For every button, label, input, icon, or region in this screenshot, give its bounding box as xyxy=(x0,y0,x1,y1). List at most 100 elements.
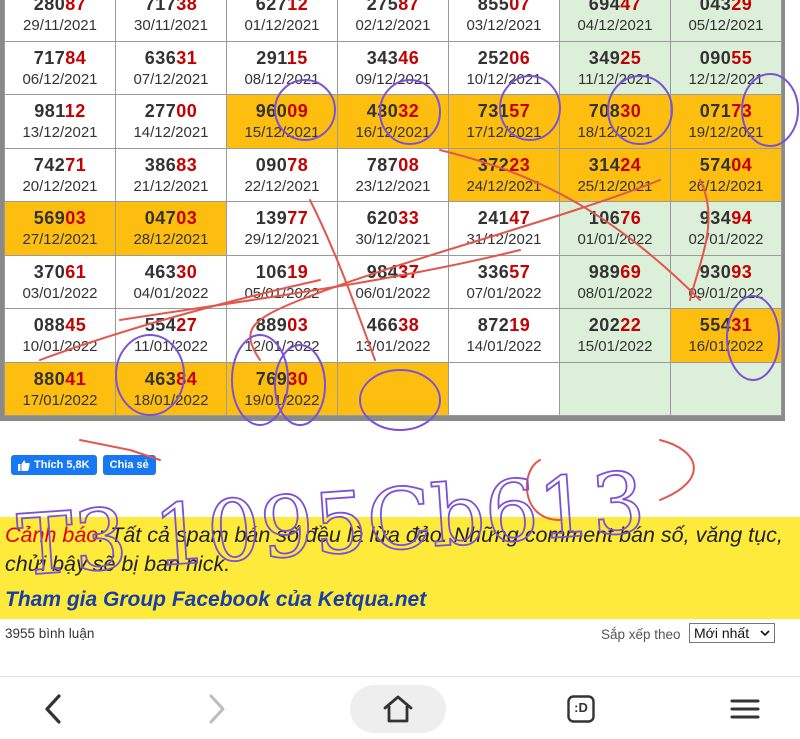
result-cell: 62033 30/12/2021 xyxy=(338,202,448,255)
result-number-prefix: 960 xyxy=(255,101,288,121)
result-number-prefix: 430 xyxy=(366,101,399,121)
result-cell: 13977 29/12/2021 xyxy=(227,202,337,255)
result-date: 02/12/2021 xyxy=(355,17,431,34)
result-cell: 70830 18/12/2021 xyxy=(560,95,670,148)
result-number-suffix: 84 xyxy=(65,47,87,68)
result-number: 04703 xyxy=(116,208,226,229)
hamburger-menu-icon xyxy=(730,699,760,719)
result-date: 17/12/2021 xyxy=(466,124,542,141)
result-number-suffix: 32 xyxy=(398,101,420,121)
warning-label: Cảnh báo xyxy=(5,523,99,547)
result-number-suffix: 06 xyxy=(509,47,531,68)
result-number: 33657 xyxy=(449,262,559,283)
result-number: 43032 xyxy=(338,101,448,122)
result-number-suffix: 78 xyxy=(287,154,309,175)
result-number-suffix: 69 xyxy=(620,261,642,282)
result-number: 62033 xyxy=(338,208,448,229)
result-number: 46384 xyxy=(116,369,226,390)
result-cell: 37223 24/12/2021 xyxy=(449,148,559,201)
result-cell: 28087 29/11/2021 xyxy=(5,0,115,41)
result-date: 11/01/2022 xyxy=(134,338,208,355)
result-number-suffix: 83 xyxy=(176,154,198,175)
result-date: 24/12/2021 xyxy=(466,177,542,195)
result-number: 09078 xyxy=(227,155,337,176)
result-number: 20222 xyxy=(560,315,670,336)
result-cell: 10676 01/01/2022 xyxy=(560,202,670,255)
result-number-suffix: 19 xyxy=(287,261,309,282)
tabs-label: :D xyxy=(574,700,588,715)
result-date: 21/12/2021 xyxy=(133,177,209,195)
result-date: 13/01/2022 xyxy=(355,338,431,355)
menu-button[interactable] xyxy=(722,685,768,733)
result-cell: 98969 08/01/2022 xyxy=(560,255,670,308)
result-number-suffix: 24 xyxy=(620,154,642,175)
result-number: 71738 xyxy=(116,0,226,15)
result-date: 18/01/2022 xyxy=(133,391,209,409)
result-number: 55431 xyxy=(671,315,781,336)
results-table: 28087 29/11/2021 71738 30/11/2021 62712 01/12… xyxy=(0,0,785,421)
result-number: 07173 xyxy=(671,101,781,122)
result-cell: 98437 06/01/2022 xyxy=(338,255,448,308)
comment-count: 3955 bình luận xyxy=(5,626,95,641)
result-number: 96009 xyxy=(227,101,337,122)
facebook-share-button[interactable]: Chia sẻ xyxy=(102,455,156,475)
result-number-suffix: 61 xyxy=(65,261,87,282)
result-cell: 10619 05/01/2022 xyxy=(227,255,337,308)
result-number-suffix: 93 xyxy=(731,261,753,282)
warning-box: Cảnh báo: Tất cả spam bán số đều là lừa … xyxy=(0,517,800,619)
result-number-suffix: 03 xyxy=(176,208,198,228)
result-number: 57404 xyxy=(671,155,781,176)
result-date: 30/11/2021 xyxy=(134,17,208,34)
result-number-suffix: 22 xyxy=(620,315,642,335)
result-number-suffix: 41 xyxy=(65,368,87,389)
facebook-group-link[interactable]: Tham gia Group Facebook của Ketqua.net xyxy=(5,588,426,612)
result-number-suffix: 87 xyxy=(398,0,420,14)
result-number-suffix: 55 xyxy=(731,47,753,68)
result-number: 98969 xyxy=(560,262,670,283)
result-cell: 34925 11/12/2021 xyxy=(560,41,670,94)
result-number-suffix: 30 xyxy=(287,368,309,389)
result-number-suffix: 33 xyxy=(398,208,420,228)
result-cell: 76930 19/01/2022 xyxy=(227,362,337,415)
result-number-prefix: 463 xyxy=(144,368,177,389)
result-number-suffix: 87 xyxy=(65,0,87,14)
result-number-prefix: 280 xyxy=(33,0,66,14)
result-number-prefix: 202 xyxy=(588,315,621,335)
sort-select[interactable]: Mới nhất xyxy=(689,623,775,643)
result-cell: 69447 04/12/2021 xyxy=(560,0,670,41)
result-date: 10/12/2021 xyxy=(466,70,542,88)
result-date: 01/12/2021 xyxy=(244,17,320,34)
result-date: 14/12/2021 xyxy=(133,124,209,141)
home-button[interactable] xyxy=(350,685,446,733)
back-button[interactable] xyxy=(30,685,76,733)
result-number: 73157 xyxy=(449,101,559,122)
result-number: 09055 xyxy=(671,48,781,69)
result-number: 87219 xyxy=(449,315,559,336)
result-number: 98112 xyxy=(5,101,115,122)
result-number: 85507 xyxy=(449,0,559,15)
result-number-prefix: 088 xyxy=(33,315,66,335)
result-number-prefix: 636 xyxy=(144,47,177,68)
result-number: 74271 xyxy=(5,155,115,176)
result-number-suffix: 57 xyxy=(509,261,531,282)
result-date: 30/12/2021 xyxy=(355,231,431,248)
result-number-suffix: 38 xyxy=(176,0,198,14)
result-number-suffix: 38 xyxy=(398,315,420,335)
result-number-prefix: 984 xyxy=(366,261,399,282)
result-date: 20/12/2021 xyxy=(22,177,98,195)
sort-label: Sắp xếp theo xyxy=(601,627,681,642)
result-date: 07/12/2021 xyxy=(133,70,209,88)
result-cell: 25206 10/12/2021 xyxy=(449,41,559,94)
result-number: 34346 xyxy=(338,48,448,69)
result-cell: 43032 16/12/2021 xyxy=(338,95,448,148)
chevron-down-icon xyxy=(760,630,770,637)
tabs-button[interactable]: :D xyxy=(558,685,604,733)
facebook-like-button[interactable]: Thích 5,8K xyxy=(11,455,97,475)
result-cell: 71738 30/11/2021 xyxy=(116,0,226,41)
result-date: 25/12/2021 xyxy=(577,177,653,195)
result-number: 71784 xyxy=(5,48,115,69)
result-number: 28087 xyxy=(5,0,115,15)
result-number: 93494 xyxy=(671,208,781,229)
forward-button[interactable] xyxy=(194,685,240,733)
result-number: 08845 xyxy=(5,315,115,336)
